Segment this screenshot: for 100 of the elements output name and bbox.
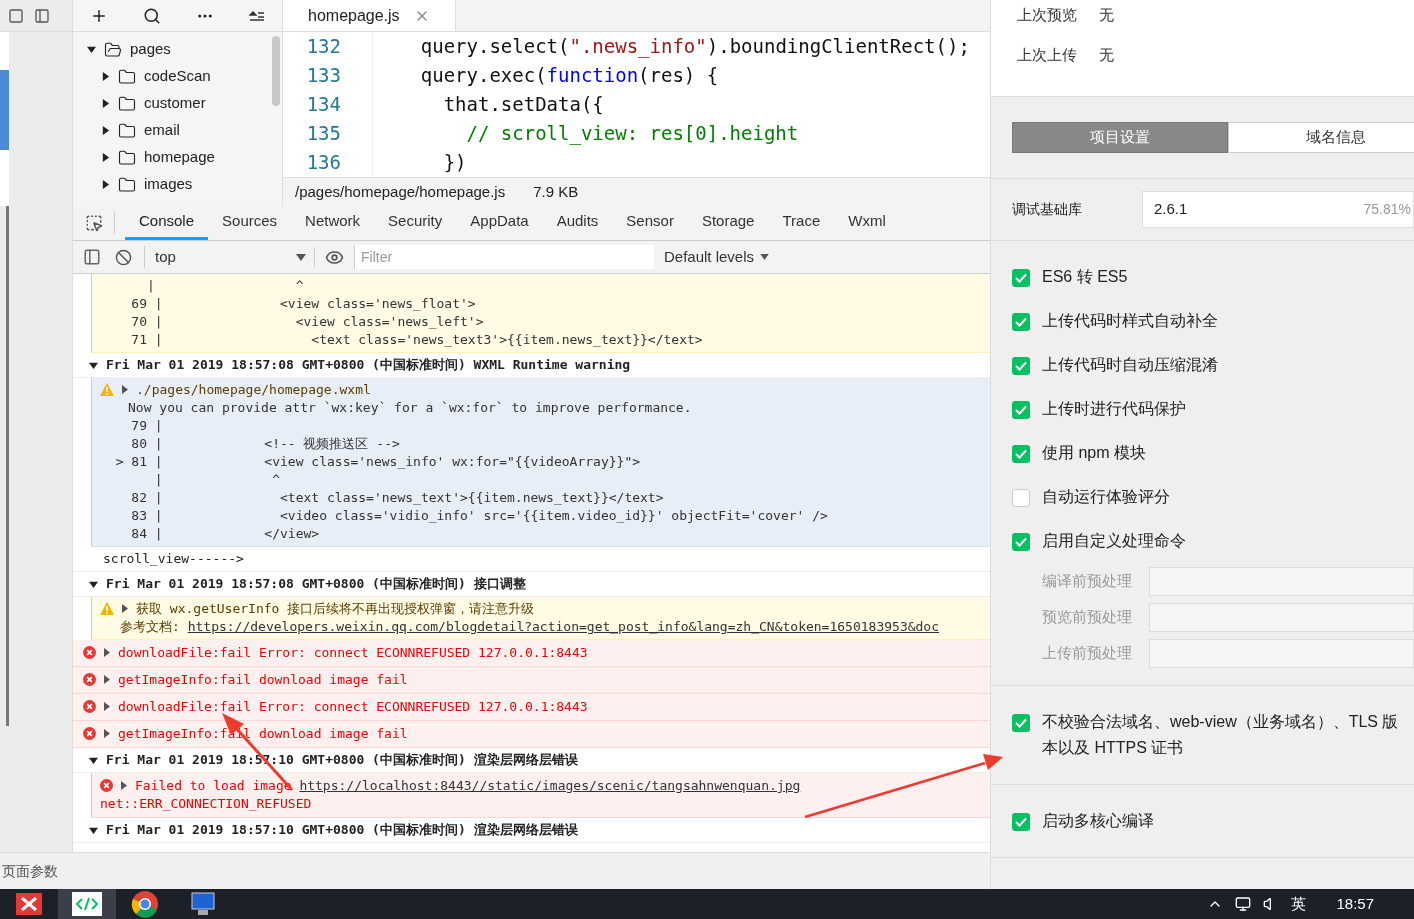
library-version-field[interactable]: 2.6.1 75.81% (1142, 191, 1414, 228)
tree-item[interactable]: pages (130, 38, 171, 61)
clear-icon[interactable] (115, 248, 132, 266)
option-label[interactable]: 使用 npm 模块 (1042, 440, 1146, 466)
computer-icon[interactable] (189, 890, 217, 918)
option-label[interactable]: 启动多核心编译 (1042, 808, 1154, 834)
input-method[interactable]: 英 (1291, 892, 1307, 916)
tree-item[interactable]: images (144, 173, 193, 196)
scrollbar[interactable] (272, 36, 280, 106)
warning-icon (100, 602, 114, 615)
command-field[interactable] (1149, 602, 1414, 632)
context-select[interactable]: top (144, 245, 314, 269)
checkbox[interactable] (1012, 813, 1030, 831)
checkbox[interactable] (1012, 401, 1030, 419)
command-field[interactable] (1149, 638, 1414, 668)
devtools-tab[interactable]: Wxml (834, 206, 900, 240)
option-label[interactable]: ES6 转 ES5 (1042, 264, 1128, 290)
collapsed-triangle-icon[interactable] (101, 126, 110, 135)
devtools-tab[interactable]: Network (291, 206, 375, 240)
editor-tab[interactable]: homepage.js (283, 0, 456, 31)
reference-link[interactable]: https://developers.weixin.qq.com/blogdetail?action=get_post_info&lang=zh_CN&token=1650183953&doc (187, 618, 939, 636)
devtools-tab[interactable]: Trace (768, 206, 835, 240)
tree-item[interactable]: email (144, 119, 180, 142)
segment-tab[interactable]: 域名信息 (1228, 122, 1414, 153)
line-number: 133 (305, 63, 342, 88)
checkbox[interactable] (1012, 489, 1030, 507)
expanded-triangle-icon[interactable] (89, 579, 98, 589)
code-line: that.setData({ (442, 92, 604, 117)
devtools-tab[interactable]: Sources (208, 206, 292, 240)
page-params-label[interactable]: 页面参数 (2, 860, 58, 882)
info-value: 无 (1099, 5, 1114, 25)
filter-field[interactable]: Filter (354, 245, 654, 269)
expanded-triangle-icon[interactable] (89, 360, 98, 370)
image-link[interactable]: https://localhost:8443//static/images/scenic/tangsahnwenquan.jpg (299, 777, 801, 795)
levels-dropdown[interactable]: Default levels (664, 245, 770, 269)
devtools-tab[interactable]: AppData (456, 206, 543, 240)
line-number: 135 (305, 121, 342, 146)
browser-icon[interactable] (131, 890, 159, 918)
taskbar-app[interactable] (58, 889, 116, 919)
inspect-icon[interactable] (84, 214, 103, 232)
option-label[interactable]: 上传时进行代码保护 (1042, 396, 1186, 422)
option-label[interactable]: 上传代码时自动压缩混淆 (1042, 352, 1218, 378)
network-icon[interactable] (1235, 896, 1252, 912)
file-path: /pages/homepage/homepage.js (295, 181, 506, 202)
expand-triangle-icon[interactable] (122, 604, 128, 613)
log-message: scroll_view------> (103, 550, 244, 568)
checkbox[interactable] (1012, 269, 1030, 287)
warning-icon (100, 383, 114, 396)
collapse-icon[interactable] (248, 9, 265, 22)
sidebar-toggle-icon[interactable] (83, 248, 101, 266)
panel-toggle-icon[interactable] (34, 7, 50, 24)
group-header[interactable]: Fri Mar 01 2019 18:57:08 GMT+0800 (中国标准时间) 接口调整 (106, 575, 526, 593)
tree-item[interactable]: codeScan (144, 65, 211, 88)
folder-icon (118, 148, 136, 167)
error-detail: net::ERR_CONNECTION_REFUSED (100, 795, 313, 813)
command-label: 编译前预处理 (1042, 570, 1133, 591)
devtools-tab[interactable]: Security (374, 206, 457, 240)
line-number: 136 (305, 150, 342, 175)
checkbox[interactable] (1012, 533, 1030, 551)
option-label[interactable]: 启用自定义处理命令 (1042, 528, 1186, 554)
segment-tab[interactable]: 项目设置 (1012, 122, 1228, 153)
expand-triangle-icon[interactable] (104, 729, 110, 738)
collapsed-triangle-icon[interactable] (101, 99, 110, 108)
collapsed-triangle-icon[interactable] (101, 180, 110, 189)
error-message: downloadFile:fail Error: connect ECONNREFUSED 127.0.0.1:8443 (118, 698, 588, 716)
tree-item[interactable]: customer (144, 92, 206, 115)
expand-triangle-icon[interactable] (122, 385, 128, 394)
option-label[interactable]: 自动运行体验评分 (1042, 484, 1170, 510)
info-value: 无 (1099, 44, 1114, 65)
group-header[interactable]: Fri Mar 01 2019 18:57:10 GMT+0800 (中国标准时间) 渲染层网络层错误 (106, 821, 578, 839)
tree-item[interactable]: homepage (144, 146, 215, 169)
command-field[interactable] (1149, 566, 1414, 596)
window-icon[interactable] (8, 7, 24, 24)
expanded-triangle-icon[interactable] (89, 755, 98, 765)
code-snippet-line: | ^ (145, 277, 305, 295)
clock-time[interactable]: 18:57 (1336, 893, 1374, 916)
option-label[interactable]: 上传代码时样式自动补全 (1042, 308, 1218, 334)
folder-icon (118, 175, 136, 194)
checkbox[interactable] (1012, 357, 1030, 375)
collapsed-triangle-icon[interactable] (101, 153, 110, 162)
expanded-triangle-icon[interactable] (87, 45, 96, 54)
devtools-tab[interactable]: Audits (542, 206, 613, 240)
option-label[interactable]: 不校验合法域名、web-view（业务域名）、TLS 版本以及 HTTPS 证书 (1042, 709, 1406, 761)
group-header[interactable]: Fri Mar 01 2019 18:57:08 GMT+0800 (中国标准时间) WXML Runtime warning (106, 356, 631, 374)
devtools-tab[interactable]: Sensor (612, 206, 688, 240)
code-snippet-line: 71 | <text class='news_text3'>{{item.news_text}}</text> (130, 331, 704, 349)
checkbox[interactable] (1012, 714, 1030, 732)
code-line: query.select(".news_info").boundingClientRect(); (419, 34, 970, 60)
expand-triangle-icon[interactable] (104, 675, 110, 684)
expand-triangle-icon[interactable] (104, 648, 110, 657)
checkbox[interactable] (1012, 445, 1030, 463)
collapsed-triangle-icon[interactable] (101, 72, 110, 81)
expand-triangle-icon[interactable] (121, 781, 127, 790)
expanded-triangle-icon[interactable] (89, 825, 98, 835)
checkbox[interactable] (1012, 313, 1030, 331)
search-icon[interactable] (143, 6, 162, 25)
devtools-tab[interactable]: Storage (687, 206, 769, 240)
app-icon[interactable] (16, 893, 42, 915)
error-icon (83, 646, 96, 659)
expand-triangle-icon[interactable] (104, 702, 110, 711)
